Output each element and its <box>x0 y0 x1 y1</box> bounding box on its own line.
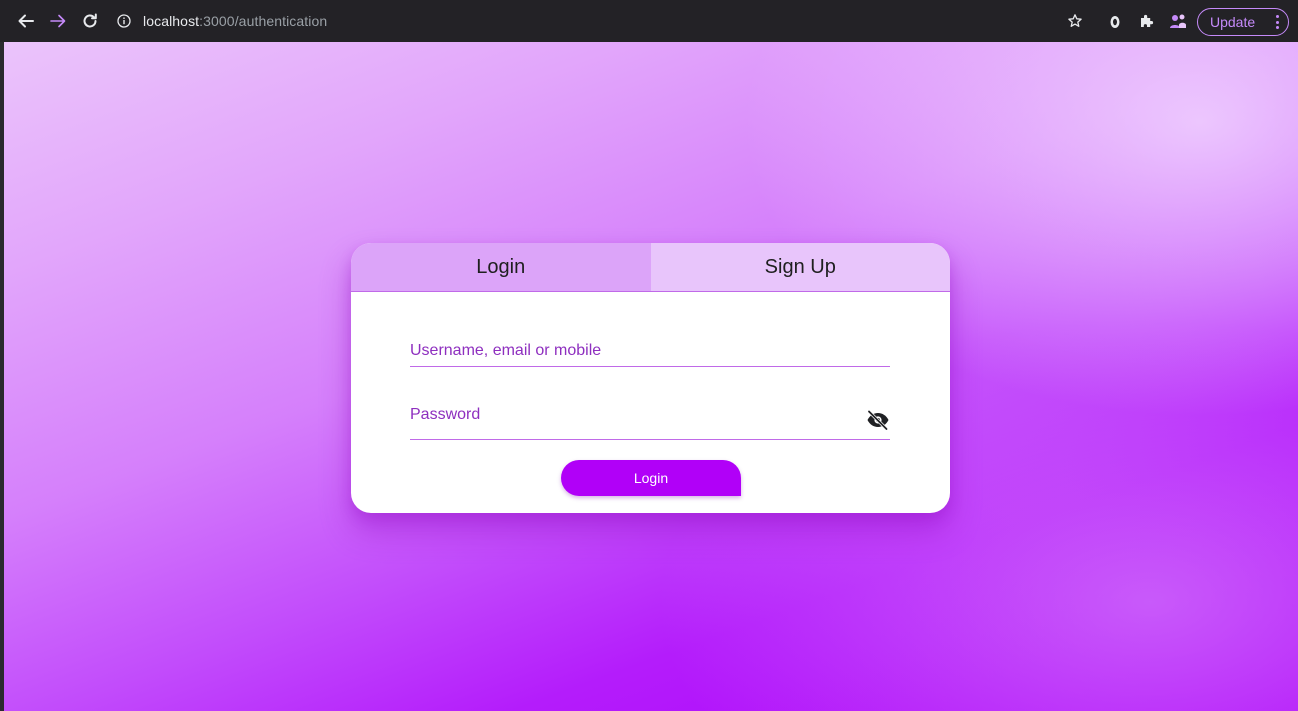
username-field[interactable]: Username, email or mobile <box>410 336 890 367</box>
page-background: Login Sign Up Username, email or mobile … <box>0 42 1298 711</box>
login-form: Username, email or mobile Password Login <box>351 292 950 513</box>
password-label: Password <box>410 406 481 423</box>
password-field[interactable]: Password <box>410 398 890 440</box>
profile-icon[interactable] <box>1168 11 1188 31</box>
extension-icon[interactable] <box>1105 11 1125 31</box>
url-text: localhost:3000/authentication <box>143 13 327 29</box>
puzzle-icon[interactable] <box>1137 11 1157 31</box>
site-info-icon[interactable] <box>116 13 132 29</box>
auth-card: Login Sign Up Username, email or mobile … <box>351 243 950 513</box>
eye-off-icon[interactable] <box>866 408 890 432</box>
kebab-menu-icon[interactable] <box>1275 13 1279 31</box>
url-host: localhost <box>143 13 200 29</box>
window-edge <box>0 42 4 711</box>
forward-arrow-icon[interactable] <box>47 10 69 32</box>
tab-login[interactable]: Login <box>351 243 651 291</box>
update-label: Update <box>1210 14 1256 30</box>
username-label: Username, email or mobile <box>410 342 602 359</box>
auth-tabs: Login Sign Up <box>351 243 950 292</box>
tab-signup[interactable]: Sign Up <box>650 243 950 291</box>
login-button[interactable]: Login <box>561 460 741 496</box>
update-button[interactable]: Update <box>1197 8 1289 36</box>
browser-toolbar: localhost:3000/authentication Update <box>0 0 1298 42</box>
url-path: :3000/authentication <box>199 13 328 29</box>
reload-icon[interactable] <box>79 10 101 32</box>
address-bar[interactable]: localhost:3000/authentication <box>116 8 327 34</box>
back-arrow-icon[interactable] <box>15 10 37 32</box>
star-icon[interactable] <box>1065 11 1085 31</box>
